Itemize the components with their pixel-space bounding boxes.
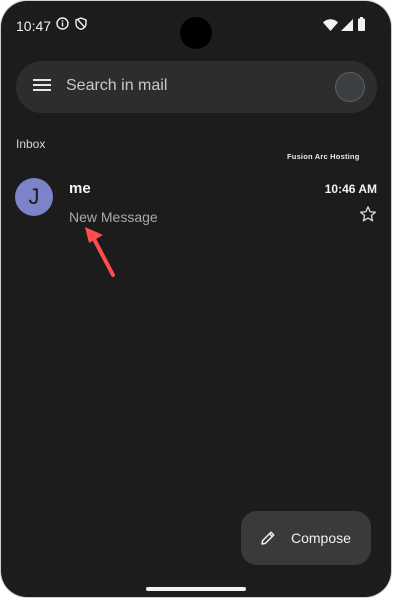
hamburger-menu-icon[interactable] bbox=[33, 78, 51, 97]
compose-button[interactable]: Compose bbox=[241, 511, 371, 565]
shield-icon bbox=[75, 17, 87, 35]
search-bar[interactable]: Search in mail bbox=[16, 61, 377, 113]
compose-label: Compose bbox=[291, 530, 351, 546]
phone-screen: 10:47 Search in mail Inbox Fusion Arc Ho… bbox=[1, 1, 391, 597]
front-camera bbox=[180, 17, 212, 49]
pencil-icon bbox=[259, 529, 277, 552]
sender-avatar[interactable]: J bbox=[15, 178, 53, 216]
folder-label: Inbox bbox=[16, 137, 46, 151]
battery-icon bbox=[358, 17, 365, 36]
status-time: 10:47 bbox=[16, 18, 52, 34]
signal-icon bbox=[341, 18, 353, 36]
star-icon[interactable] bbox=[359, 205, 377, 228]
email-sender: me bbox=[69, 180, 91, 197]
account-avatar[interactable] bbox=[335, 72, 365, 102]
email-time: 10:46 AM bbox=[324, 182, 377, 196]
email-list-item[interactable]: J me 10:46 AM New Message bbox=[1, 169, 391, 239]
watermark-text: Fusion Arc Hosting bbox=[287, 152, 360, 161]
search-input[interactable]: Search in mail bbox=[66, 77, 167, 95]
status-bar: 10:47 bbox=[1, 1, 391, 49]
annotation-arrow bbox=[81, 223, 121, 284]
info-icon bbox=[56, 17, 69, 35]
home-indicator[interactable] bbox=[146, 587, 246, 591]
wifi-icon bbox=[323, 18, 338, 36]
